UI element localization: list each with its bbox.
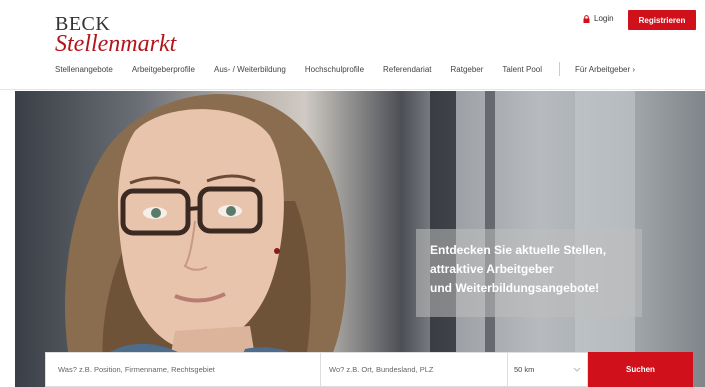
nav-divider bbox=[559, 62, 561, 76]
hero-caption-line-1: Entdecken Sie aktuelle Stellen, bbox=[430, 243, 607, 257]
main-navigation: Stellenangebote Arbeitgeberprofile Aus- … bbox=[55, 62, 635, 76]
nav-item-talent-pool[interactable]: Talent Pool bbox=[502, 65, 542, 74]
nav-item-arbeitgeberprofile[interactable]: Arbeitgeberprofile bbox=[132, 65, 195, 74]
search-radius-select[interactable]: 50 km bbox=[508, 352, 588, 387]
lock-icon bbox=[583, 14, 590, 23]
hero-caption-line-3: und Weiterbildungsangebote! bbox=[430, 281, 600, 295]
hero-caption-line-2: attraktive Arbeitgeber bbox=[430, 262, 554, 276]
nav-item-stellenangebote[interactable]: Stellenangebote bbox=[55, 65, 113, 74]
site-header: BECK Stellenmarkt Login Registrieren Ste… bbox=[0, 0, 705, 90]
search-radius-value: 50 km bbox=[514, 365, 535, 374]
search-submit-button[interactable]: Suchen bbox=[588, 352, 693, 387]
nav-item-aus-weiterbildung[interactable]: Aus- / Weiterbildung bbox=[214, 65, 286, 74]
login-link[interactable]: Login bbox=[583, 14, 614, 23]
nav-item-referendariat[interactable]: Referendariat bbox=[383, 65, 431, 74]
nav-item-ratgeber[interactable]: Ratgeber bbox=[451, 65, 484, 74]
nav-item-fuer-arbeitgeber[interactable]: Für Arbeitgeber › bbox=[575, 65, 635, 74]
chevron-down-icon bbox=[573, 367, 581, 372]
login-label: Login bbox=[594, 14, 614, 23]
search-keyword-input[interactable]: Was? z.B. Position, Firmenname, Rechtsge… bbox=[45, 352, 321, 387]
register-button[interactable]: Registrieren bbox=[628, 10, 696, 30]
search-keyword-placeholder: Was? z.B. Position, Firmenname, Rechtsge… bbox=[58, 365, 215, 374]
hero-banner: Entdecken Sie aktuelle Stellen, attrakti… bbox=[15, 91, 705, 387]
logo-line-2: Stellenmarkt bbox=[55, 31, 177, 57]
search-location-input[interactable]: Wo? z.B. Ort, Bundesland, PLZ bbox=[321, 352, 508, 387]
beck-stellenmarkt-logo[interactable]: BECK Stellenmarkt bbox=[55, 14, 176, 56]
nav-item-hochschulprofile[interactable]: Hochschulprofile bbox=[305, 65, 364, 74]
search-location-placeholder: Wo? z.B. Ort, Bundesland, PLZ bbox=[329, 365, 434, 374]
hero-caption-box: Entdecken Sie aktuelle Stellen, attrakti… bbox=[416, 229, 642, 317]
